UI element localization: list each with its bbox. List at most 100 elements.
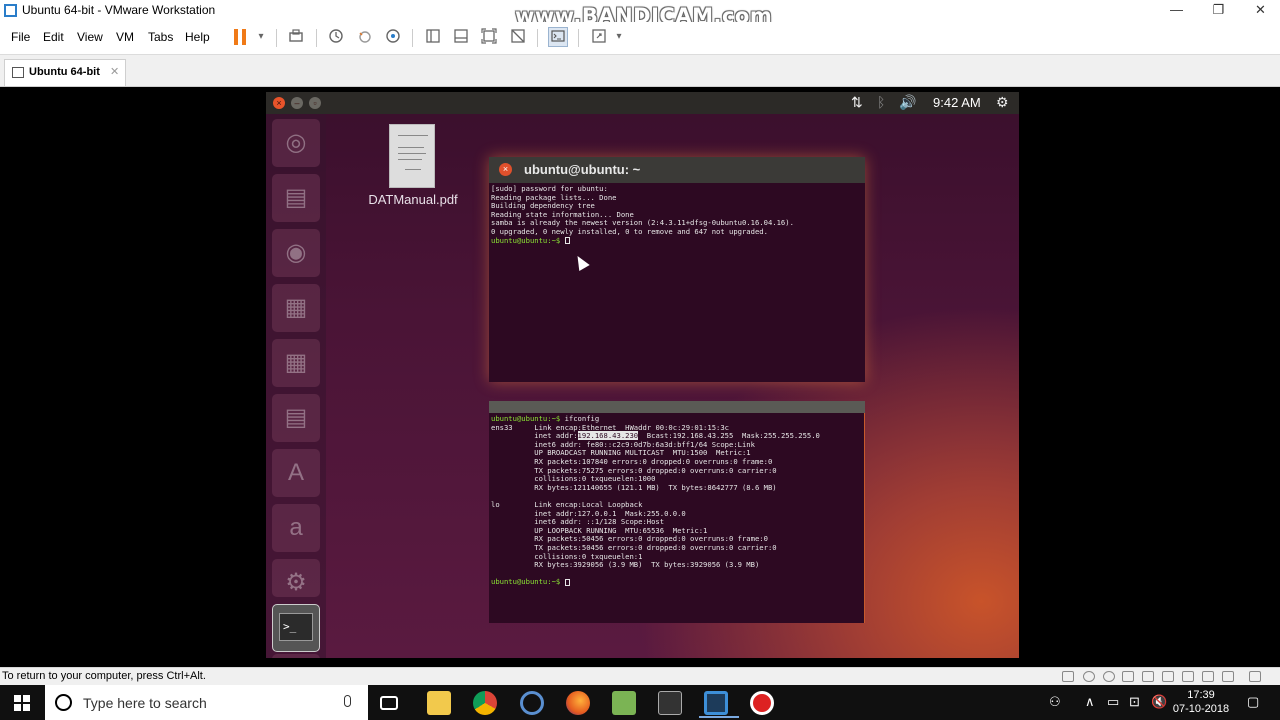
clock[interactable]: 9:42 AM (933, 95, 981, 110)
launcher-firefox[interactable]: ◉ (272, 229, 320, 277)
stretch-dropdown-arrow-icon[interactable]: ▾ (610, 28, 628, 46)
sound-status-icon[interactable] (1182, 671, 1194, 682)
people-icon[interactable]: ⚇ (1049, 694, 1061, 710)
console-icon[interactable] (548, 27, 568, 47)
chrome-icon[interactable] (473, 691, 497, 715)
dropdown-arrow-icon[interactable]: ▾ (252, 28, 270, 46)
task-view-icon[interactable] (380, 696, 398, 710)
impress-icon: ▤ (284, 404, 308, 431)
launcher-writer[interactable]: ▦ (272, 284, 320, 332)
window-title: Ubuntu 64-bit - VMware Workstation (22, 3, 216, 17)
battery-icon[interactable]: ▭ (1107, 694, 1119, 710)
app-search-icon[interactable] (520, 691, 544, 715)
launcher-software[interactable]: A (272, 449, 320, 497)
terminal-icon: >_ (279, 613, 313, 641)
launcher-impress[interactable]: ▤ (272, 394, 320, 442)
window-close-icon[interactable]: × (273, 97, 285, 109)
cd-status-icon[interactable] (1083, 671, 1095, 682)
terminal-line: Bcast:192.168.43.255 Mask:255.255.255.0 (638, 431, 820, 441)
terminal-line: RX bytes:3929056 (3.9 MB) TX bytes:39290… (491, 560, 760, 570)
terminal-titlebar[interactable] (489, 401, 865, 413)
terminal-prompt: ubuntu@ubuntu:~$ (491, 235, 565, 245)
toolbar-separator (276, 29, 277, 47)
terminal-output-2: ubuntu@ubuntu:~$ ifconfig ens33 Link enca… (491, 414, 820, 587)
display-status-icon[interactable] (1222, 671, 1234, 682)
minimize-button[interactable]: — (1154, 0, 1199, 22)
tray-chevron-icon[interactable]: ∧ (1085, 694, 1095, 710)
menu-help[interactable]: Help (185, 30, 210, 44)
snapshot-icon[interactable] (327, 28, 345, 46)
cd2-status-icon[interactable] (1103, 671, 1115, 682)
windows-start-icon[interactable] (14, 695, 30, 711)
launcher-system-settings[interactable]: ⚙ (272, 559, 320, 597)
hdd-status-icon[interactable] (1062, 671, 1074, 682)
volume-muted-icon[interactable]: 🔇 (1151, 694, 1167, 710)
microphone-icon[interactable] (344, 695, 351, 707)
tab-close-icon[interactable]: ✕ (110, 65, 119, 78)
maximize-button[interactable]: ❐ (1196, 0, 1241, 22)
text-cursor (564, 578, 570, 586)
tab-label: Ubuntu 64-bit (29, 66, 100, 78)
window-minimize-icon[interactable]: – (291, 97, 303, 109)
volume-icon[interactable]: 🔊 (899, 94, 916, 111)
file-explorer-icon[interactable] (427, 691, 451, 715)
menu-vm[interactable]: VM (116, 30, 134, 44)
launcher-calc[interactable]: ▦ (272, 339, 320, 387)
desktop-file-datmanual[interactable]: DATManual.pdf (358, 124, 468, 214)
fullscreen-icon[interactable] (480, 28, 498, 46)
terminal-titlebar[interactable]: × ubuntu@ubuntu: ~ (489, 157, 865, 183)
launcher-files[interactable]: ▤ (272, 174, 320, 222)
system-settings-icon: ⚙ (285, 569, 307, 596)
status-message: To return to your computer, press Ctrl+A… (2, 670, 206, 682)
menu-view[interactable]: View (77, 30, 103, 44)
launcher-amazon[interactable]: a (272, 504, 320, 552)
terminal-line: inet addr: (491, 431, 578, 441)
menu-edit[interactable]: Edit (43, 30, 64, 44)
trash-icon: ▬ (272, 654, 320, 658)
pause-icon[interactable] (234, 29, 248, 45)
resize-grip-icon (1249, 671, 1261, 682)
mouse-pointer-icon (572, 252, 590, 272)
unity-icon[interactable] (509, 28, 527, 46)
settings-gear-icon[interactable]: ⚙ (996, 94, 1009, 111)
menu-file[interactable]: File (11, 30, 30, 44)
bandicam-icon[interactable] (750, 691, 774, 715)
menu-tabs[interactable]: Tabs (148, 30, 173, 44)
taskbar-search-box[interactable]: Type here to search (45, 685, 368, 720)
ubuntu-logo-icon: ◎ (285, 129, 307, 156)
revert-snapshot-icon[interactable] (356, 28, 374, 46)
launcher-dash[interactable]: ◎ (272, 119, 320, 167)
stretch-icon[interactable] (590, 28, 608, 46)
send-keys-icon[interactable] (287, 28, 305, 46)
floppy-status-icon[interactable] (1122, 671, 1134, 682)
bluetooth-icon[interactable]: ᛒ (877, 94, 885, 110)
vmware-taskbar-icon[interactable] (699, 691, 739, 718)
close-button[interactable]: ✕ (1238, 0, 1280, 22)
thumbnail-icon[interactable] (452, 28, 470, 46)
pdf-thumbnail-icon (389, 124, 435, 188)
usb-status-icon[interactable] (1162, 671, 1174, 682)
network-icon[interactable]: ⇅ (851, 94, 863, 111)
window-maximize-icon[interactable]: ▫ (309, 97, 321, 109)
terminal-close-icon[interactable]: × (499, 163, 512, 176)
terminal-window-2[interactable]: ubuntu@ubuntu:~$ ifconfig ens33 Link enca… (489, 401, 865, 623)
launcher-trash[interactable]: ▬ (272, 654, 320, 658)
library-icon[interactable] (424, 28, 442, 46)
notepad-plus-icon[interactable] (612, 691, 636, 715)
cortana-icon[interactable] (55, 694, 72, 711)
tab-ubuntu[interactable]: Ubuntu 64-bit ✕ (4, 59, 126, 86)
desktop-file-name: DATManual.pdf (368, 192, 458, 207)
terminal-window-1[interactable]: × ubuntu@ubuntu: ~ [sudo] password for u… (489, 157, 865, 382)
taskbar-clock[interactable]: 17:39 07-10-2018 (1170, 688, 1232, 716)
terminal-window-icon[interactable] (658, 691, 682, 715)
firefox-icon[interactable] (566, 691, 590, 715)
network-tray-icon[interactable]: ⊡ (1129, 694, 1140, 710)
vmware-app-icon (4, 4, 17, 17)
toolbar-separator (412, 29, 413, 47)
network-status-icon[interactable] (1142, 671, 1154, 682)
guest-screen[interactable]: × – ▫ ⇅ ᛒ 🔊 9:42 AM ⚙ ◎ ▤ ◉ ▦ ▦ ▤ A a ⚙ … (266, 92, 1019, 658)
snapshot-manager-icon[interactable] (384, 28, 402, 46)
printer-status-icon[interactable] (1202, 671, 1214, 682)
launcher-terminal[interactable]: >_ (272, 604, 320, 652)
notifications-icon[interactable]: ▢ (1247, 694, 1259, 710)
